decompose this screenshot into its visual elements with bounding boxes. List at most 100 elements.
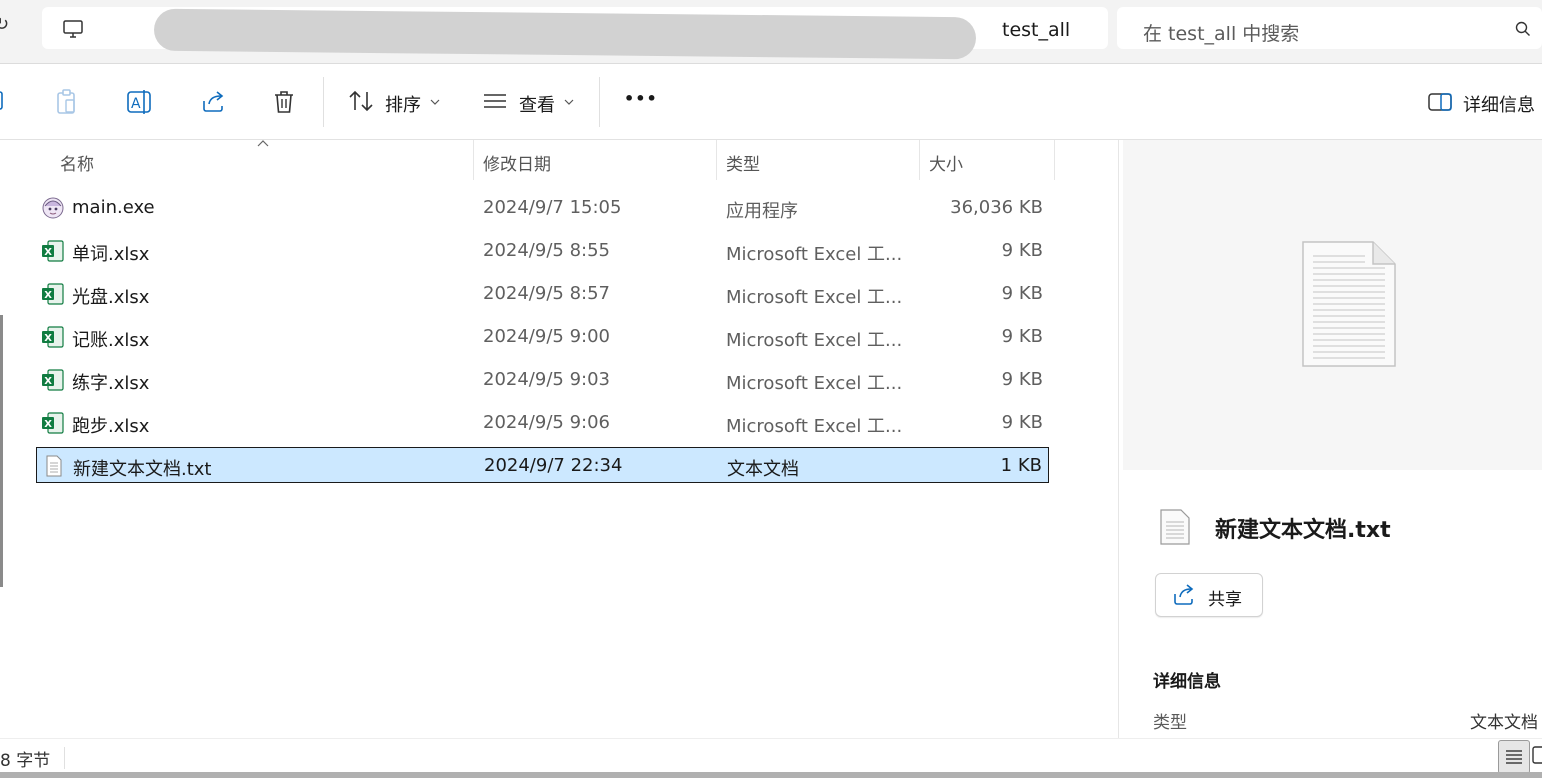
file-row-selected[interactable]: 新建文本文档.txt 2024/9/7 22:34 文本文档 1 KB [36, 447, 1049, 483]
toolbar-divider [599, 77, 600, 127]
excel-icon: X [42, 240, 64, 262]
details-pane-icon[interactable] [1428, 93, 1452, 111]
file-type: Microsoft Excel 工... [726, 287, 903, 308]
property-value-type: 文本文档 [1470, 713, 1538, 733]
column-divider[interactable] [1054, 140, 1055, 180]
status-divider [64, 747, 65, 769]
copy-icon[interactable] [0, 89, 8, 113]
excel-icon: X [42, 283, 64, 305]
column-divider[interactable] [919, 140, 920, 180]
file-date: 2024/9/5 8:55 [483, 240, 610, 261]
details-pane-button[interactable]: 详细信息 [1463, 91, 1535, 117]
svg-text:X: X [44, 333, 52, 344]
exe-app-icon [42, 197, 64, 219]
file-size: 9 KB [1001, 412, 1043, 433]
file-name: main.exe [72, 197, 155, 218]
svg-text:A: A [131, 96, 141, 112]
selected-file-title: 新建文本文档.txt [1215, 518, 1391, 543]
file-type: Microsoft Excel 工... [726, 373, 903, 394]
chevron-down-icon [564, 99, 574, 105]
file-date: 2024/9/5 9:03 [483, 369, 610, 390]
details-view-toggle[interactable] [1498, 740, 1530, 774]
address-bar-region: ↻ test_all 在 test_all 中搜索 [0, 0, 1542, 64]
column-header-size[interactable]: 大小 [929, 150, 963, 175]
large-icons-view-icon[interactable] [1532, 745, 1542, 767]
file-size: 36,036 KB [950, 197, 1043, 218]
breadcrumb-current-folder[interactable]: test_all [1002, 19, 1070, 41]
file-name: 单词.xlsx [72, 244, 150, 265]
command-bar: A 排序 查看 ••• 详细信息 [0, 65, 1542, 140]
file-name: 光盘.xlsx [72, 287, 150, 308]
file-date: 2024/9/7 15:05 [483, 197, 622, 218]
share-button-label: 共享 [1208, 590, 1242, 610]
details-section-title: 详细信息 [1153, 672, 1221, 692]
column-header-name[interactable]: 名称 [60, 150, 94, 175]
share-icon[interactable] [200, 89, 226, 115]
file-type: 应用程序 [726, 201, 798, 222]
file-row[interactable]: main.exe 2024/9/7 15:05 应用程序 36,036 KB [36, 190, 1049, 226]
column-divider[interactable] [473, 140, 474, 180]
refresh-icon[interactable]: ↻ [0, 14, 9, 35]
more-options-button[interactable]: ••• [624, 89, 658, 108]
sort-icon[interactable] [348, 89, 374, 113]
details-view-icon [1506, 750, 1522, 764]
file-size: 9 KB [1001, 326, 1043, 347]
svg-text:X: X [44, 290, 52, 301]
file-date: 2024/9/5 9:06 [483, 412, 610, 433]
share-button[interactable]: 共享 [1155, 573, 1263, 617]
preview-area [1123, 140, 1542, 470]
file-type: Microsoft Excel 工... [726, 416, 903, 437]
file-type: Microsoft Excel 工... [726, 330, 903, 351]
document-preview-icon [1302, 241, 1396, 367]
rename-icon[interactable]: A [126, 89, 154, 115]
file-row[interactable]: X 练字.xlsx 2024/9/5 9:03 Microsoft Excel … [36, 362, 1049, 398]
svg-text:X: X [44, 247, 52, 258]
column-header-type[interactable]: 类型 [726, 150, 760, 175]
file-row[interactable]: X 跑步.xlsx 2024/9/5 9:06 Microsoft Excel … [36, 405, 1049, 441]
file-size: 1 KB [1000, 455, 1042, 476]
excel-icon: X [42, 326, 64, 348]
file-date: 2024/9/5 9:00 [483, 326, 610, 347]
view-icon[interactable] [482, 89, 508, 113]
text-file-icon [46, 455, 62, 477]
window-bottom-edge [0, 772, 1542, 778]
address-bar[interactable]: test_all [42, 7, 1108, 60]
sort-ascending-icon [257, 140, 269, 147]
property-key-type: 类型 [1153, 713, 1187, 733]
nav-scrollbar[interactable] [0, 315, 3, 587]
file-date: 2024/9/7 22:34 [484, 455, 623, 476]
file-name: 跑步.xlsx [72, 416, 150, 437]
file-size: 9 KB [1001, 369, 1043, 390]
svg-text:X: X [44, 376, 52, 387]
sort-button[interactable]: 排序 [385, 91, 421, 117]
file-type: 文本文档 [727, 459, 799, 480]
file-row[interactable]: X 光盘.xlsx 2024/9/5 8:57 Microsoft Excel … [36, 276, 1049, 312]
view-button[interactable]: 查看 [519, 91, 555, 117]
this-pc-icon[interactable] [62, 18, 84, 40]
excel-icon: X [42, 412, 64, 434]
search-box[interactable]: 在 test_all 中搜索 [1117, 7, 1542, 49]
file-name: 练字.xlsx [72, 373, 150, 394]
search-icon[interactable] [1515, 21, 1531, 37]
file-list: 名称 修改日期 类型 大小 main.exe 2024/9/7 15:05 应用… [0, 140, 1118, 738]
excel-icon: X [42, 369, 64, 391]
search-input[interactable]: 在 test_all 中搜索 [1143, 19, 1299, 46]
selection-size-text: 8 字节 [0, 751, 51, 771]
redacted-path [153, 8, 977, 60]
toolbar-divider [323, 77, 324, 127]
file-date: 2024/9/5 8:57 [483, 283, 610, 304]
column-header-date[interactable]: 修改日期 [483, 150, 551, 175]
file-type: Microsoft Excel 工... [726, 244, 903, 265]
delete-icon[interactable] [272, 89, 296, 115]
chevron-down-icon [430, 99, 440, 105]
paste-icon[interactable] [54, 89, 80, 115]
details-pane: 新建文本文档.txt 共享 详细信息 类型 文本文档 [1118, 140, 1542, 738]
column-divider[interactable] [716, 140, 717, 180]
svg-text:X: X [44, 419, 52, 430]
text-file-icon [1160, 509, 1190, 545]
file-name: 新建文本文档.txt [73, 459, 212, 480]
file-row[interactable]: X 单词.xlsx 2024/9/5 8:55 Microsoft Excel … [36, 233, 1049, 269]
file-row[interactable]: X 记账.xlsx 2024/9/5 9:00 Microsoft Excel … [36, 319, 1049, 355]
file-size: 9 KB [1001, 283, 1043, 304]
file-size: 9 KB [1001, 240, 1043, 261]
